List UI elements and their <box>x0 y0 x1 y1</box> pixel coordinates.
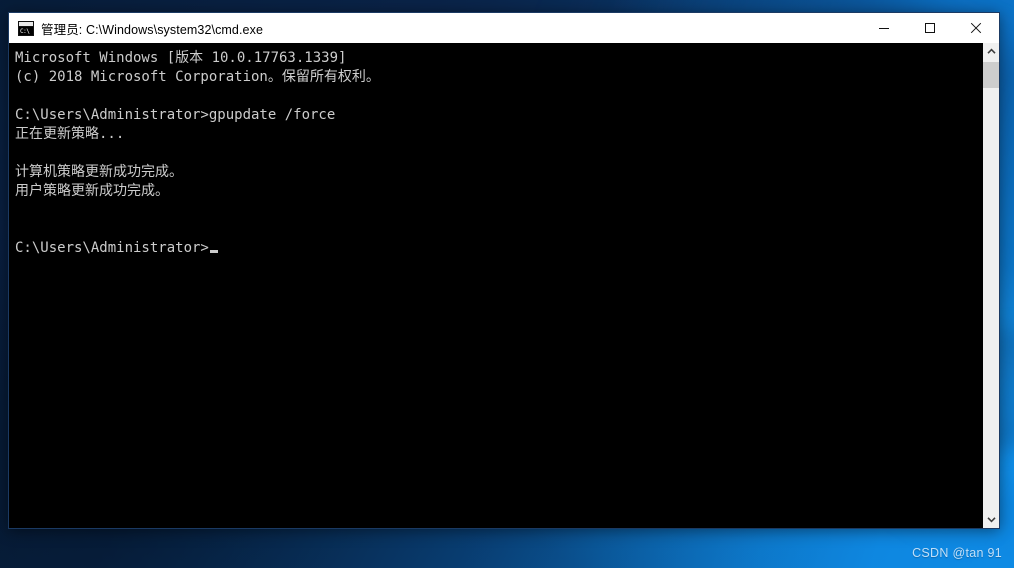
scroll-up-button[interactable] <box>983 43 999 60</box>
window-controls <box>861 13 999 43</box>
command-prompt-window: 管理员: C:\Windows\system32\cmd.exe <box>8 12 1000 529</box>
console-line: 正在更新策略... <box>15 126 125 142</box>
vertical-scrollbar[interactable] <box>982 43 999 528</box>
window-title: 管理员: C:\Windows\system32\cmd.exe <box>41 22 264 37</box>
maximize-button[interactable] <box>907 13 953 43</box>
scroll-down-button[interactable] <box>983 511 999 528</box>
console-prompt: C:\Users\Administrator> <box>15 240 209 256</box>
cmd-console-icon <box>18 20 34 36</box>
close-icon <box>970 22 982 34</box>
console-line: 用户策略更新成功完成。 <box>15 183 169 199</box>
console-line: (c) 2018 Microsoft Corporation。保留所有权利。 <box>15 69 380 85</box>
console-output-area[interactable]: Microsoft Windows [版本 10.0.17763.1339] (c… <box>9 43 982 528</box>
desktop: 管理员: C:\Windows\system32\cmd.exe <box>0 0 1014 568</box>
minimize-button[interactable] <box>861 13 907 43</box>
chevron-up-icon <box>986 48 996 54</box>
minimize-icon <box>879 28 889 29</box>
console-line: C:\Users\Administrator>gpupdate /force <box>15 107 336 123</box>
title-bar-left: 管理员: C:\Windows\system32\cmd.exe <box>9 19 861 38</box>
chevron-down-icon <box>986 517 996 523</box>
window-title-bar[interactable]: 管理员: C:\Windows\system32\cmd.exe <box>9 13 999 43</box>
scroll-thumb[interactable] <box>983 62 999 88</box>
scroll-track[interactable] <box>983 60 999 511</box>
console-line: Microsoft Windows [版本 10.0.17763.1339] <box>15 50 347 66</box>
watermark: CSDN @tan 91 <box>912 546 1002 560</box>
maximize-icon <box>925 23 935 33</box>
close-button[interactable] <box>953 13 999 43</box>
console-prompt-line: C:\Users\Administrator> <box>15 239 982 258</box>
window-body: Microsoft Windows [版本 10.0.17763.1339] (c… <box>9 43 999 528</box>
text-cursor <box>209 250 218 253</box>
console-line: 计算机策略更新成功完成。 <box>15 164 183 180</box>
